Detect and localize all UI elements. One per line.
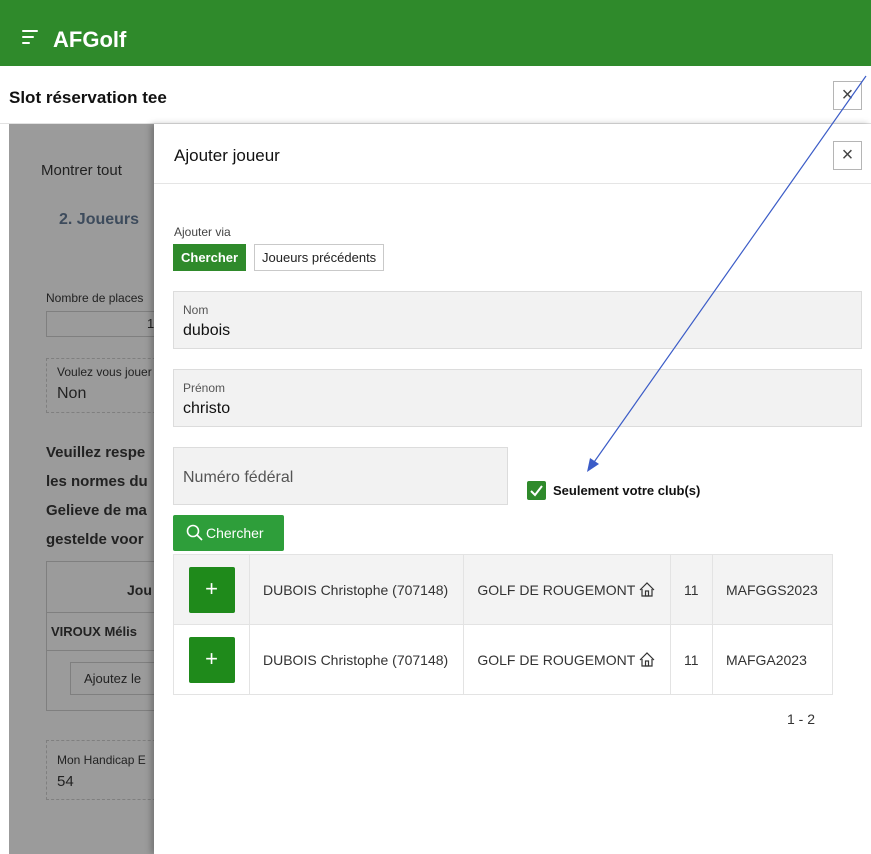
hamburger-icon[interactable]	[22, 30, 38, 44]
result-handicap: 11	[669, 624, 713, 695]
only-club-label[interactable]: Seulement votre club(s)	[553, 483, 700, 498]
result-club-cell: GOLF DE ROUGEMONT	[463, 554, 671, 625]
add-result-button[interactable]: +	[188, 636, 235, 683]
dialog-title: Ajouter joueur	[174, 146, 280, 165]
close-icon: ×	[841, 84, 854, 106]
notice-line-3: Gelieve de ma	[46, 502, 147, 519]
table-row: + DUBOIS Christophe (707148) GOLF DE ROU…	[173, 554, 834, 625]
tab-joueurs-precedents[interactable]: Joueurs précédents	[254, 244, 385, 271]
player-row: VIROUX Mélis	[51, 624, 137, 639]
close-icon: ×	[841, 144, 854, 166]
result-code: MAFGGS2023	[711, 554, 834, 625]
players-table: Jou VIROUX Mélis Ajoutez le	[46, 561, 166, 711]
question-value: Non	[57, 385, 87, 402]
add-player-dialog: Ajouter joueur × Ajouter via Chercher Jo…	[154, 124, 871, 854]
nom-input[interactable]: dubois	[183, 322, 230, 340]
nom-label: Nom	[183, 303, 209, 317]
check-icon	[530, 485, 543, 497]
result-club: GOLF DE ROUGEMONT	[477, 651, 636, 668]
search-button[interactable]: Chercher	[173, 515, 284, 551]
notice-line-2: les normes du	[46, 473, 148, 490]
result-club-cell: GOLF DE ROUGEMONT	[463, 624, 671, 695]
nom-field[interactable]: Nom dubois	[173, 291, 862, 349]
prenom-input[interactable]: christo	[183, 400, 230, 418]
result-name: DUBOIS Christophe (707148)	[248, 554, 465, 625]
search-icon	[186, 524, 203, 541]
question-label: Voulez vous jouer	[57, 365, 152, 379]
dialog-close-button[interactable]: ×	[833, 141, 862, 170]
table-row: + DUBOIS Christophe (707148) GOLF DE ROU…	[173, 624, 834, 695]
outer-dialog-title: Slot réservation tee	[9, 88, 167, 107]
outer-close-button[interactable]: ×	[833, 81, 862, 110]
places-field: 1	[46, 311, 166, 337]
home-icon	[639, 581, 655, 597]
prenom-label: Prénom	[183, 381, 226, 395]
prenom-field[interactable]: Prénom christo	[173, 369, 862, 427]
only-club-checkbox[interactable]	[527, 481, 546, 500]
show-all-link: Montrer tout	[41, 162, 122, 179]
handicap-label: Mon Handicap E	[57, 753, 146, 767]
result-club: GOLF DE ROUGEMONT	[477, 581, 636, 598]
handicap-field: Mon Handicap E 54	[46, 740, 166, 800]
add-result-button[interactable]: +	[188, 566, 235, 613]
places-label: Nombre de places	[46, 291, 144, 305]
numero-federal-input[interactable]: Numéro fédéral	[183, 469, 293, 487]
dialog-header: Ajouter joueur ×	[154, 124, 871, 184]
pagination: 1 - 2	[787, 711, 816, 727]
app-topbar: AFGolf	[0, 0, 871, 66]
result-name: DUBOIS Christophe (707148)	[248, 624, 465, 695]
result-code: MAFGA2023	[711, 624, 834, 695]
app-title: AFGolf	[53, 27, 127, 52]
players-table-header: Jou	[127, 582, 152, 598]
add-player-bg-button: Ajoutez le	[70, 662, 165, 695]
notice-line-4: gestelde voor	[46, 531, 144, 548]
numero-federal-field[interactable]: Numéro fédéral	[173, 447, 508, 505]
section-title: 2. Joueurs	[59, 211, 140, 228]
add-via-label: Ajouter via	[174, 225, 231, 239]
question-field: Voulez vous jouer Non	[46, 358, 166, 413]
results-table: + DUBOIS Christophe (707148) GOLF DE ROU…	[173, 554, 834, 695]
result-handicap: 11	[669, 554, 713, 625]
handicap-value: 54	[57, 773, 74, 790]
tab-chercher[interactable]: Chercher	[173, 244, 247, 271]
notice-line-1: Veuillez respe	[46, 444, 146, 461]
outer-dialog-header: Slot réservation tee ×	[0, 66, 871, 124]
search-button-label: Chercher	[206, 525, 264, 541]
home-icon	[639, 651, 655, 667]
